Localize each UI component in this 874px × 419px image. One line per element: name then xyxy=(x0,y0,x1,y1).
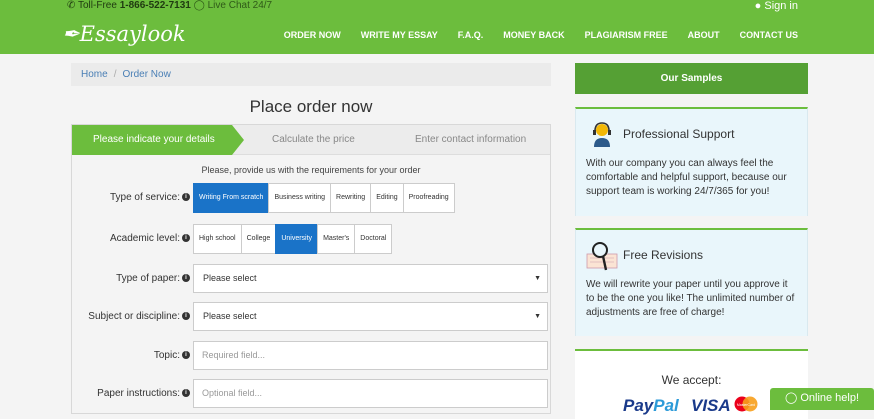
breadcrumb-current[interactable]: Order Now xyxy=(122,69,170,80)
topic-label: Topic: i xyxy=(154,341,190,371)
chat-bubble-icon: ◯ xyxy=(784,392,798,404)
service-option-rewriting[interactable]: Rewriting xyxy=(330,183,372,213)
breadcrumb-separator: / xyxy=(113,69,117,80)
online-help-button[interactable]: ◯ Online help! xyxy=(770,388,874,410)
toll-free-label: Toll-Free xyxy=(78,0,117,11)
info-icon[interactable]: i xyxy=(182,351,190,360)
nav-about[interactable]: ABOUT xyxy=(688,30,720,40)
service-option-proofreading[interactable]: Proofreading xyxy=(402,183,455,213)
chevron-down-icon: ▼ xyxy=(534,313,541,320)
headset-icon xyxy=(593,122,611,147)
logo-text: Essaylook xyxy=(79,22,186,46)
subject-value: Please select xyxy=(203,311,257,321)
level-option-university[interactable]: University xyxy=(275,224,319,254)
service-option-business[interactable]: Business writing xyxy=(268,183,332,213)
nav-plagiarism-free[interactable]: PLAGIARISM FREE xyxy=(585,30,668,40)
revisions-card: Free Revisions We will rewrite your pape… xyxy=(575,228,808,336)
magnifier-icon xyxy=(586,242,618,271)
logo[interactable]: ✒Essaylook xyxy=(62,22,186,46)
support-title: Professional Support xyxy=(623,127,735,141)
step-contact[interactable]: Enter contact information xyxy=(415,125,526,155)
info-icon[interactable]: i xyxy=(182,312,190,321)
subject-select[interactable]: Please select ▼ xyxy=(193,302,548,331)
instructions-label: Paper instructions: i xyxy=(97,379,190,409)
sign-in-label: Sign in xyxy=(764,0,798,12)
chat-icon: ◯ xyxy=(193,0,205,11)
instructions-textarea[interactable]: Optional field... xyxy=(193,379,548,408)
nav-contact-us[interactable]: CONTACT US xyxy=(740,30,798,40)
paper-type-value: Please select xyxy=(203,273,257,283)
breadcrumb: Home / Order Now xyxy=(71,63,551,86)
info-icon[interactable]: i xyxy=(182,389,190,398)
our-samples-button[interactable]: Our Samples xyxy=(575,63,808,94)
info-icon[interactable]: i xyxy=(182,274,190,283)
service-option-editing[interactable]: Editing xyxy=(370,183,404,213)
order-steps: Please indicate your details Calculate t… xyxy=(72,125,550,155)
page-title: Place order now xyxy=(249,97,373,116)
nav-faq[interactable]: F.A.Q. xyxy=(458,30,484,40)
level-row: Academic level: i High school College Uni… xyxy=(72,224,550,254)
order-form: Please indicate your details Calculate t… xyxy=(71,124,551,414)
info-icon[interactable]: i xyxy=(182,234,190,243)
support-text: With our company you can always feel the… xyxy=(586,158,787,197)
service-row: Type of service: i Writing From scratch B… xyxy=(72,183,550,213)
user-icon: ● xyxy=(754,0,762,12)
service-label-text: Type of service: xyxy=(109,192,180,203)
visa-logo: VISA xyxy=(691,396,731,415)
live-chat-link[interactable]: Live Chat 24/7 xyxy=(208,0,273,11)
phone-number[interactable]: 1-866-522-7131 xyxy=(120,0,191,11)
service-option-scratch[interactable]: Writing From scratch xyxy=(193,183,270,213)
site-header: ✆ Toll-Free 1-866-522-7131 ◯ Live Chat 2… xyxy=(0,0,874,54)
subject-row: Subject or discipline: i Please select ▼ xyxy=(72,302,550,332)
paypal-logo-pay: Pay xyxy=(623,396,654,415)
breadcrumb-home[interactable]: Home xyxy=(81,69,108,80)
level-option-high-school[interactable]: High school xyxy=(193,224,242,254)
contact-line: ✆ Toll-Free 1-866-522-7131 ◯ Live Chat 2… xyxy=(67,0,272,12)
phone-icon: ✆ xyxy=(67,0,76,11)
online-help-label: Online help! xyxy=(800,392,860,404)
form-intro: Please, provide us with the requirements… xyxy=(201,165,421,175)
revisions-text: We will rewrite your paper until you app… xyxy=(586,279,795,318)
service-selector: Writing From scratch Business writing Re… xyxy=(193,183,455,213)
topic-input[interactable]: Required field... xyxy=(193,341,548,370)
subject-label: Subject or discipline: i xyxy=(88,302,190,332)
paypal-logo: PayPal xyxy=(623,396,679,416)
nav-order-now[interactable]: ORDER NOW xyxy=(284,30,341,40)
paypal-logo-pal: Pal xyxy=(653,396,679,415)
paper-type-select[interactable]: Please select ▼ xyxy=(193,264,548,293)
instructions-row: Paper instructions: i Optional field... xyxy=(72,379,550,409)
revisions-title: Free Revisions xyxy=(623,248,704,262)
nav-money-back[interactable]: MONEY BACK xyxy=(503,30,564,40)
mastercard-logo: MasterCard xyxy=(734,396,758,412)
subject-label-text: Subject or discipline: xyxy=(88,311,180,322)
nav-write-my-essay[interactable]: WRITE MY ESSAY xyxy=(361,30,438,40)
info-icon[interactable]: i xyxy=(182,193,190,202)
level-option-college[interactable]: College xyxy=(240,224,277,254)
chevron-down-icon: ▼ xyxy=(534,275,541,282)
service-label: Type of service: i xyxy=(110,183,190,213)
main-nav: ORDER NOW WRITE MY ESSAY F.A.Q. MONEY BA… xyxy=(284,30,798,40)
topic-row: Topic: i Required field... xyxy=(72,341,550,371)
sign-in-link[interactable]: ● Sign in xyxy=(755,0,798,12)
step-details[interactable]: Please indicate your details xyxy=(72,125,244,155)
instructions-label-text: Paper instructions: xyxy=(97,388,180,399)
pen-icon: ✒ xyxy=(62,22,80,46)
paper-type-label: Type of paper: i xyxy=(116,264,190,294)
paper-type-row: Type of paper: i Please select ▼ xyxy=(72,264,550,294)
accept-title: We accept: xyxy=(661,373,722,387)
level-label: Academic level: i xyxy=(110,224,190,254)
topic-label-text: Topic: xyxy=(153,350,180,361)
step-price[interactable]: Calculate the price xyxy=(272,125,355,155)
level-label-text: Academic level: xyxy=(109,233,180,244)
level-option-masters[interactable]: Master's xyxy=(317,224,356,254)
support-card: Professional Support With our company yo… xyxy=(575,107,808,216)
mastercard-text: MasterCard xyxy=(737,403,755,407)
paper-type-label-text: Type of paper: xyxy=(116,273,180,284)
level-selector: High school College University Master's … xyxy=(193,224,393,254)
level-option-doctoral[interactable]: Doctoral xyxy=(354,224,393,254)
